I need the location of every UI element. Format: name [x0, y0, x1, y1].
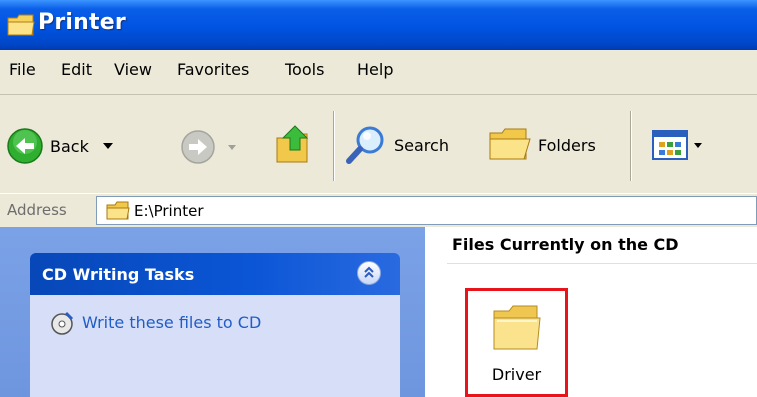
folders-label: Folders [538, 135, 596, 155]
chevron-down-icon[interactable] [692, 141, 704, 149]
views-icon [652, 130, 688, 160]
write-files-to-cd-link[interactable]: Write these files to CD [82, 313, 261, 332]
folder-icon [493, 305, 541, 350]
search-icon [346, 126, 384, 164]
views-button[interactable] [652, 130, 704, 160]
address-bar: Address E:\Printer [0, 193, 757, 228]
toolbar-separator [630, 111, 632, 181]
folders-button[interactable]: Folders [486, 125, 596, 165]
chevron-down-icon[interactable] [101, 141, 115, 151]
menu-help[interactable]: Help [357, 60, 393, 79]
cd-write-icon [51, 311, 74, 335]
window-title: Printer [38, 10, 126, 35]
address-field[interactable]: E:\Printer [96, 196, 757, 225]
chevron-down-icon[interactable] [226, 143, 238, 151]
folder-icon [7, 14, 35, 36]
section-header: Files Currently on the CD [452, 235, 679, 254]
menu-edit[interactable]: Edit [61, 60, 92, 79]
folders-icon [489, 128, 531, 160]
toolbar: Back Search Folders [0, 95, 757, 195]
collapse-chevron-icon[interactable] [357, 261, 381, 285]
task-panel-header[interactable]: CD Writing Tasks [30, 253, 400, 295]
search-label: Search [394, 135, 449, 155]
content-pane: Files Currently on the CD Driver [425, 227, 757, 397]
folder-icon [106, 201, 130, 220]
address-label: Address [7, 201, 67, 219]
cd-writing-tasks-panel: CD Writing Tasks Write these files to CD [30, 253, 400, 397]
back-label: Back [50, 136, 89, 156]
task-panel-title: CD Writing Tasks [42, 265, 195, 284]
back-arrow-icon [7, 128, 43, 164]
address-value: E:\Printer [134, 202, 204, 220]
forward-button[interactable] [180, 129, 238, 165]
menu-tools[interactable]: Tools [285, 60, 324, 79]
search-button[interactable]: Search [344, 124, 449, 166]
task-pane: CD Writing Tasks Write these files to CD [0, 227, 425, 397]
divider [447, 263, 757, 264]
forward-arrow-icon [181, 130, 215, 164]
folder-item-driver[interactable]: Driver [465, 288, 568, 397]
menu-file[interactable]: File [9, 60, 36, 79]
menu-view[interactable]: View [114, 60, 152, 79]
back-button[interactable]: Back [6, 127, 115, 165]
up-folder-icon [276, 125, 309, 163]
folder-label: Driver [491, 365, 542, 384]
menu-favorites[interactable]: Favorites [177, 60, 249, 79]
up-folder-button[interactable] [273, 124, 317, 166]
menu-bar: File Edit View Favorites Tools Help [0, 50, 757, 95]
toolbar-separator [333, 111, 335, 181]
title-bar[interactable]: Printer [0, 0, 757, 50]
task-panel-body: Write these files to CD [30, 295, 400, 397]
